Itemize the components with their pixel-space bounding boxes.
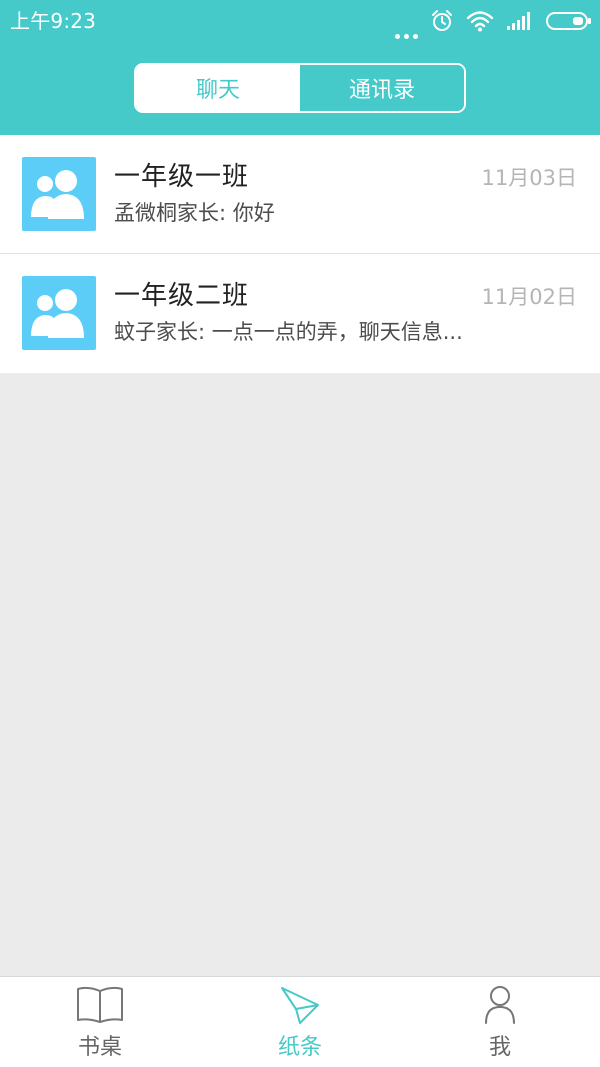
chat-date: 11月02日	[481, 285, 577, 309]
wifi-icon	[466, 11, 494, 32]
status-icons	[395, 8, 592, 39]
segmented-tabs: 聊天 通讯录	[134, 63, 466, 113]
group-icon	[22, 157, 96, 231]
paper-plane-icon	[281, 987, 319, 1024]
chat-list: 一年级一班 11月03日 孟微桐家长: 你好 一年级二班 11月02日 蚊子家长…	[0, 135, 600, 373]
status-bar: 上午9:23	[0, 0, 600, 44]
group-icon	[22, 276, 96, 350]
chat-row[interactable]: 一年级二班 11月02日 蚊子家长: 一点一点的弄，聊天信息...	[0, 254, 600, 373]
nav-label: 纸条	[277, 1035, 322, 1060]
tab-chat[interactable]: 聊天	[136, 65, 300, 111]
tab-contacts[interactable]: 通讯录	[300, 65, 464, 111]
battery-icon	[546, 12, 591, 30]
chat-row[interactable]: 一年级一班 11月03日 孟微桐家长: 你好	[0, 135, 600, 254]
more-dots-icon	[395, 3, 418, 39]
chat-name: 一年级一班	[114, 162, 250, 192]
chat-date: 11月03日	[481, 166, 577, 190]
header: 上午9:23 聊天 通讯录	[0, 0, 600, 135]
signal-icon	[507, 12, 530, 30]
alarm-icon	[432, 10, 452, 31]
nav-desk[interactable]: 书桌	[0, 977, 200, 1067]
nav-me[interactable]: 我	[400, 977, 600, 1067]
chat-last-message: 孟微桐家长: 你好	[114, 201, 275, 225]
nav-label: 书桌	[77, 1035, 122, 1060]
nav-notes[interactable]: 纸条	[200, 977, 400, 1067]
person-icon	[485, 986, 515, 1024]
nav-label: 我	[488, 1035, 511, 1060]
status-time: 上午9:23	[10, 9, 97, 33]
chat-last-message: 蚊子家长: 一点一点的弄，聊天信息...	[114, 320, 463, 344]
book-icon	[77, 986, 123, 1023]
chat-name: 一年级二班	[114, 281, 250, 311]
bottom-nav: 书桌 纸条 我	[0, 976, 600, 1067]
